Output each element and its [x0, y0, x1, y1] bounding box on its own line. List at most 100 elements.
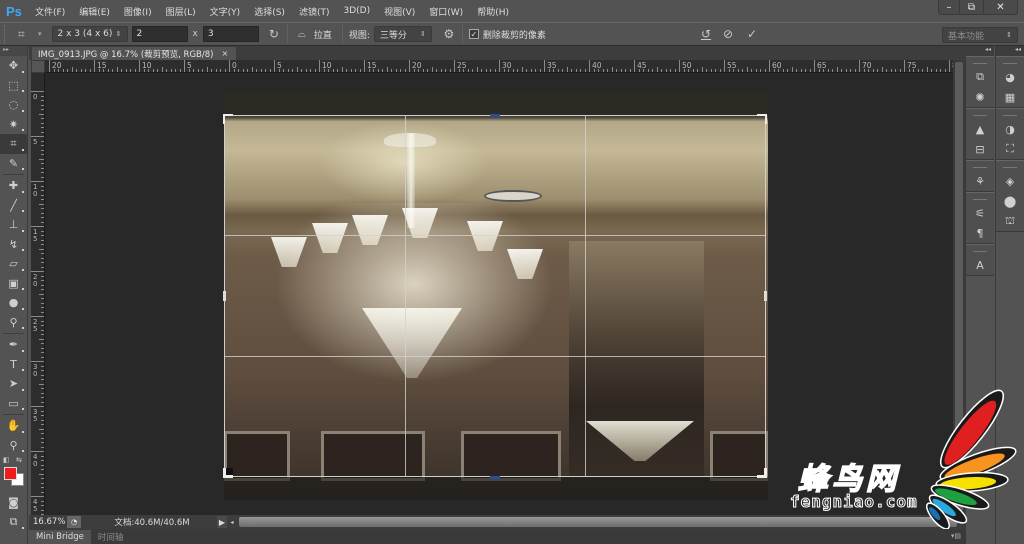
dock-group-grip[interactable] — [973, 63, 987, 64]
horizontal-ruler[interactable]: 201510505101520253035404550556065707580 — [45, 60, 953, 73]
paragraph-styles-panel-icon[interactable]: A — [966, 255, 994, 275]
eraser-tool[interactable]: ▱ — [0, 254, 27, 274]
tab-timeline[interactable]: 时间轴 — [91, 530, 131, 544]
dock-group-grip[interactable] — [1003, 167, 1017, 168]
crop-handle-top-right[interactable] — [757, 114, 767, 124]
ratio-preset-select[interactable]: 2 x 3 (4 x 6) ⇕ — [51, 26, 128, 42]
default-colors-icon[interactable]: ◧ — [3, 456, 10, 464]
blur-tool[interactable]: ● — [0, 293, 27, 313]
crop-handle-top[interactable] — [490, 114, 500, 117]
cancel-crop-icon[interactable]: ⊘ — [720, 27, 736, 41]
quick-mask-icon[interactable]: ◙ — [0, 493, 27, 513]
brush-tool[interactable]: ╱ — [0, 196, 27, 216]
clone-stamp-tool[interactable]: ⊥ — [0, 215, 27, 235]
brush-presets-panel-icon[interactable]: ⚘ — [966, 171, 994, 191]
swatches-panel-icon[interactable]: ▦ — [996, 87, 1024, 107]
crop-handle-right[interactable] — [764, 291, 767, 301]
history-brush-tool[interactable]: ↯ — [0, 235, 27, 255]
type-tool[interactable]: T — [0, 355, 27, 375]
gradient-tool[interactable]: ▣ — [0, 274, 27, 294]
tools-panel-collapse[interactable]: ▸▸ — [0, 46, 27, 56]
dodge-tool[interactable]: ⚲ — [0, 313, 27, 333]
crop-height-input[interactable]: 3 — [202, 26, 259, 42]
panel-menu-icon[interactable]: ▾▤ — [951, 532, 961, 540]
menu-select[interactable]: 选择(S) — [254, 5, 285, 18]
horizontal-scrollbar[interactable] — [239, 517, 957, 527]
crop-icon[interactable]: ⌗ — [18, 27, 34, 42]
properties-panel-icon[interactable]: ⊟ — [966, 139, 994, 159]
magic-wand-tool[interactable]: ✷ — [0, 115, 27, 135]
dock-group-grip[interactable] — [973, 199, 987, 200]
options-grip[interactable] — [4, 25, 10, 43]
menu-layer[interactable]: 图层(L) — [166, 5, 196, 18]
menu-window[interactable]: 窗口(W) — [429, 5, 463, 18]
swap-dimensions-icon[interactable]: ↻ — [267, 27, 281, 41]
dock-collapse-icon[interactable]: ◂◂ — [996, 46, 1024, 56]
styles-panel-icon[interactable]: ◑ — [996, 119, 1024, 139]
reset-crop-icon[interactable]: ↺ — [698, 27, 714, 41]
healing-brush-tool[interactable]: ✚ — [0, 176, 27, 196]
tool-presets-panel-icon[interactable]: ⚟ — [966, 203, 994, 223]
dock-group-grip[interactable] — [973, 251, 987, 252]
commit-crop-icon[interactable]: ✓ — [744, 27, 760, 41]
layers-panel-icon[interactable]: ◈ — [996, 171, 1024, 191]
restore-button[interactable]: ⧉ — [959, 0, 983, 14]
dock-group-grip[interactable] — [973, 167, 987, 168]
dock-group-grip[interactable] — [973, 115, 987, 116]
document-tab[interactable]: IMG_0913.JPG @ 16.7% (裁剪预览, RGB/8) × — [32, 47, 237, 60]
crop-box[interactable] — [224, 115, 766, 477]
move-tool[interactable]: ✥ — [0, 56, 27, 76]
path-selection-tool[interactable]: ➤ — [0, 374, 27, 394]
close-document-icon[interactable]: × — [221, 49, 228, 58]
menu-image[interactable]: 图像(I) — [124, 5, 152, 18]
history-panel-icon[interactable]: ⧉ — [966, 67, 994, 87]
crop-width-input[interactable]: 2 — [131, 26, 188, 42]
gear-icon[interactable]: ⚙ — [442, 27, 456, 41]
swap-colors-icon[interactable]: ⇆ — [16, 456, 22, 464]
color-panel-icon[interactable]: ◕ — [996, 67, 1024, 87]
crop-tool[interactable]: ⌗ — [0, 134, 27, 154]
lasso-tool[interactable]: ◌ — [0, 95, 27, 115]
menu-view[interactable]: 视图(V) — [384, 5, 415, 18]
rectangle-tool[interactable]: ▭ — [0, 394, 27, 414]
crop-handle-top-left[interactable] — [223, 114, 233, 124]
vertical-ruler[interactable]: 0 5 10 15 20 25 30 35 40 45 — [31, 73, 45, 515]
paths-panel-icon[interactable]: ⛫ — [996, 211, 1024, 231]
dock-group-grip[interactable] — [1003, 115, 1017, 116]
character-panel-icon[interactable]: ¶ — [966, 223, 994, 243]
vertical-scrollbar[interactable] — [953, 60, 965, 515]
zoom-level[interactable]: 16.67% — [29, 517, 67, 527]
crop-handle-left[interactable] — [223, 291, 226, 301]
crop-handle-bottom[interactable] — [490, 476, 500, 479]
straighten-label[interactable]: 拉直 — [314, 28, 332, 41]
status-share-icon[interactable]: ◔ — [67, 516, 81, 528]
vertical-scroll-thumb[interactable] — [955, 62, 963, 511]
workspace-select[interactable]: 基本功能 ⇕ — [942, 27, 1018, 43]
menu-edit[interactable]: 编辑(E) — [79, 5, 110, 18]
info-panel-icon[interactable]: ⛶ — [996, 139, 1024, 159]
dock-collapse-icon[interactable]: ◂◂ — [966, 46, 994, 56]
zoom-tool[interactable]: ⚲ — [0, 436, 27, 456]
crop-handle-bottom-left[interactable] — [223, 468, 233, 478]
menu-filter[interactable]: 滤镜(T) — [299, 5, 330, 18]
canvas-area[interactable] — [45, 73, 953, 515]
scroll-left-icon[interactable]: ◂ — [227, 519, 237, 526]
hand-tool[interactable]: ✋ — [0, 416, 27, 436]
overlay-view-select[interactable]: 三等分 ⇕ — [373, 26, 432, 42]
tab-mini-bridge[interactable]: Mini Bridge — [29, 530, 91, 544]
menu-3d[interactable]: 3D(D) — [343, 6, 370, 16]
close-button[interactable]: ✕ — [983, 0, 1017, 14]
histogram-panel-icon[interactable]: ▲ — [966, 119, 994, 139]
status-menu-arrow-icon[interactable]: ▶ — [217, 516, 227, 528]
delete-cropped-checkbox[interactable]: ✓ — [468, 29, 479, 39]
ruler-origin[interactable] — [31, 60, 45, 73]
marquee-tool[interactable]: ⬚ — [0, 76, 27, 96]
tool-preset-caret-icon[interactable]: ▾ — [38, 30, 42, 38]
screen-mode-icon[interactable]: ⧉ — [0, 513, 27, 533]
menu-type[interactable]: 文字(Y) — [210, 5, 241, 18]
straighten-icon[interactable]: ⌓ — [294, 29, 310, 40]
channels-panel-icon[interactable]: ⬤ — [996, 191, 1024, 211]
menu-file[interactable]: 文件(F) — [35, 5, 65, 18]
dock-group-grip[interactable] — [1003, 63, 1017, 64]
eyedropper-tool[interactable]: ✎ — [0, 154, 27, 174]
